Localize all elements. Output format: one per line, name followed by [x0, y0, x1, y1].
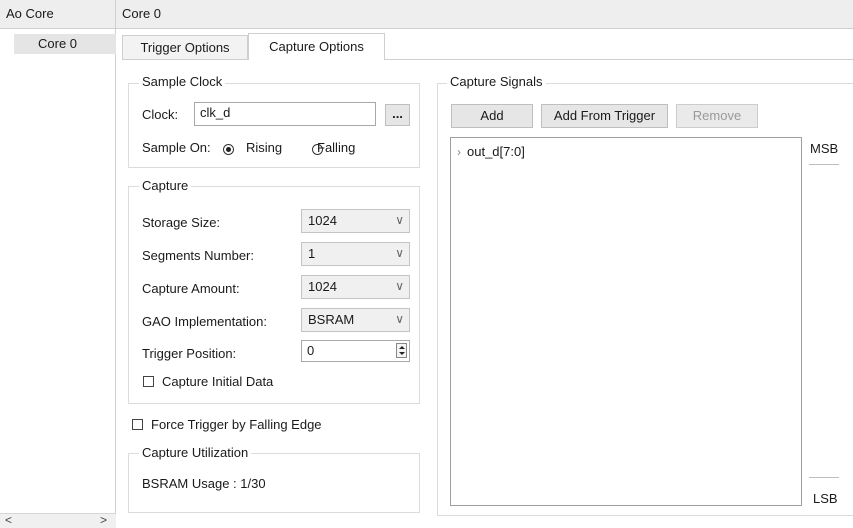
clock-label: Clock:	[142, 107, 179, 122]
scroll-right-icon[interactable]: >	[100, 513, 107, 527]
capture-utilization-legend: Capture Utilization	[139, 445, 252, 460]
segments-label: Segments Number:	[142, 248, 254, 263]
capture-initial-data-checkbox[interactable]	[143, 376, 154, 387]
segments-value: 1	[308, 246, 316, 261]
chevron-down-icon: ∨	[395, 312, 404, 326]
sample-clock-legend: Sample Clock	[139, 74, 226, 89]
msb-rule	[809, 164, 839, 165]
storage-size-value: 1024	[308, 213, 337, 228]
signal-label: out_d[7:0]	[467, 144, 525, 159]
gao-implementation-label: GAO Implementation:	[142, 314, 267, 329]
storage-size-select[interactable]: 1024 ∨	[301, 209, 410, 233]
scroll-left-icon[interactable]: <	[5, 513, 12, 527]
tree-item-core-0[interactable]: Core 0	[14, 34, 116, 54]
clock-value: clk_d	[200, 105, 231, 120]
force-trigger-label: Force Trigger by Falling Edge	[151, 417, 322, 432]
trigger-position-spinbox[interactable]: 0	[301, 340, 410, 362]
segments-select[interactable]: 1 ∨	[301, 242, 410, 266]
storage-size-label: Storage Size:	[142, 215, 221, 230]
add-from-trigger-button[interactable]: Add From Trigger	[541, 104, 668, 128]
spin-arrows-icon[interactable]	[396, 343, 407, 358]
gao-implementation-select[interactable]: BSRAM ∨	[301, 308, 410, 332]
tab-trigger-options-label: Trigger Options	[140, 40, 230, 55]
rising-label: Rising	[246, 140, 283, 155]
capture-amount-label: Capture Amount:	[142, 281, 240, 296]
capture-amount-select[interactable]: 1024 ∨	[301, 275, 410, 299]
lsb-rule	[809, 477, 839, 478]
capture-amount-value: 1024	[308, 279, 337, 294]
tab-trigger-options[interactable]: Trigger Options	[122, 35, 248, 59]
core-tree	[0, 29, 116, 513]
tab-divider	[122, 59, 853, 60]
lsb-label: LSB	[813, 491, 838, 506]
expand-chevron-icon[interactable]: ›	[457, 145, 461, 159]
falling-label: Falling	[317, 140, 356, 155]
capture-legend: Capture	[139, 178, 192, 193]
trigger-position-label: Trigger Position:	[142, 346, 237, 361]
horizontal-scrollbar[interactable]: < >	[0, 513, 116, 528]
tree-item-label: Core 0	[38, 36, 78, 51]
tab-capture-options[interactable]: Capture Options	[248, 33, 385, 59]
core-header: Core 0	[116, 0, 853, 29]
ao-core-header: Ao Core	[0, 0, 116, 29]
ao-core-header-label: Ao Core	[6, 6, 54, 21]
chevron-down-icon: ∨	[395, 279, 404, 293]
trigger-position-value: 0	[307, 343, 315, 358]
clock-browse-button[interactable]: ...	[385, 104, 410, 126]
rising-radio[interactable]	[223, 144, 234, 156]
list-item[interactable]: › out_d[7:0]	[457, 144, 525, 162]
capture-initial-data-label: Capture Initial Data	[162, 374, 274, 389]
tab-capture-options-label: Capture Options	[269, 39, 364, 54]
chevron-down-icon: ∨	[395, 246, 404, 260]
bsram-usage-text: BSRAM Usage : 1/30	[142, 476, 266, 491]
gao-implementation-value: BSRAM	[308, 312, 355, 327]
capture-signals-list[interactable]	[450, 137, 802, 506]
sample-on-label: Sample On:	[142, 140, 211, 155]
chevron-down-icon: ∨	[395, 213, 404, 227]
tab-active-gap	[249, 59, 384, 60]
core-header-label: Core 0	[122, 6, 162, 21]
remove-button[interactable]: Remove	[676, 104, 758, 128]
capture-signals-legend: Capture Signals	[447, 74, 546, 89]
force-trigger-checkbox[interactable]	[132, 419, 143, 430]
add-button[interactable]: Add	[451, 104, 533, 128]
clock-input[interactable]: clk_d	[194, 102, 376, 126]
msb-label: MSB	[810, 141, 839, 156]
